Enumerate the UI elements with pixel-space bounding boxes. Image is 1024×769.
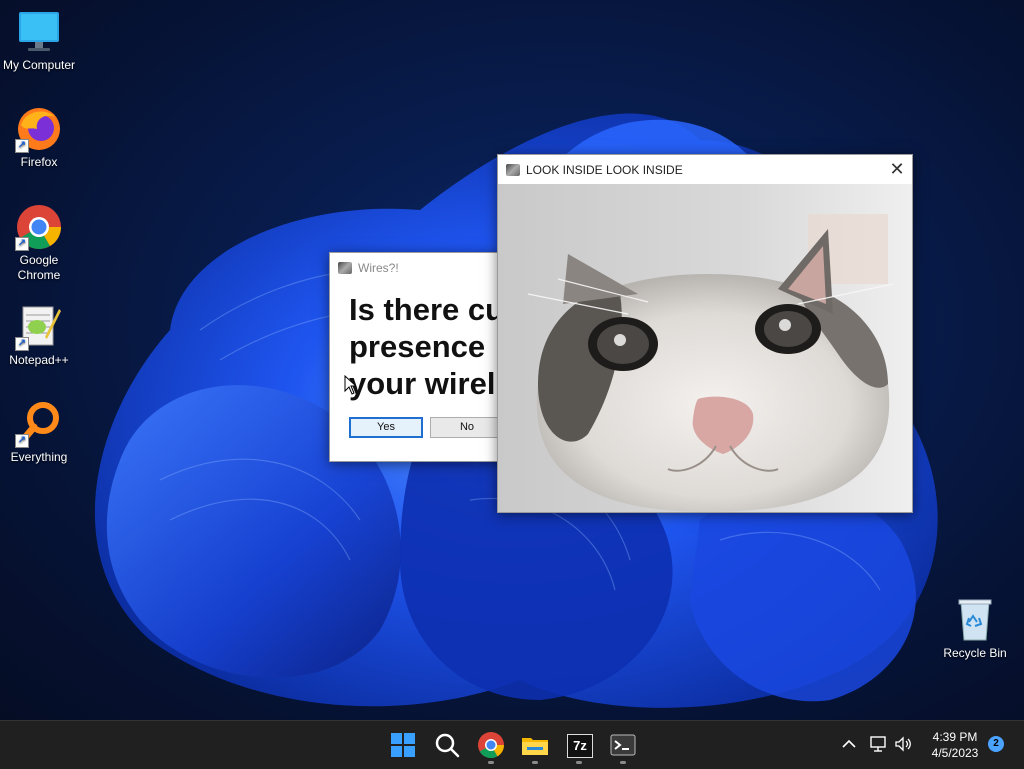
taskbar-file-explorer[interactable] [519,729,551,764]
everything-search-icon: ↗ [15,400,63,448]
taskbar: 7z 4:39 PM 4/5/2023 2 [0,720,1024,769]
firefox-icon: ↗ [15,105,63,153]
monitor-icon [15,8,63,56]
desktop-icon-label: Google Chrome [17,253,61,282]
clock-time: 4:39 PM [932,730,978,744]
desktop-icon-label: My Computer [2,58,76,72]
no-button[interactable]: No [430,417,504,438]
desktop-icon-everything[interactable]: ↗ Everything [1,400,77,465]
desktop-icon-recycle-bin[interactable]: Recycle Bin [937,596,1013,661]
running-indicator [532,761,538,764]
shortcut-arrow-icon: ↗ [15,337,29,351]
shortcut-arrow-icon: ↗ [15,139,29,153]
notepadpp-icon: ↗ [15,303,63,351]
desktop-icon-label: Firefox [20,155,58,169]
taskbar-terminal[interactable] [607,729,639,764]
file-explorer-icon [522,738,548,755]
yes-button[interactable]: Yes [349,417,423,438]
recycle-bin-icon [951,596,999,644]
cat-photo [498,184,912,512]
7zip-text: 7z [573,738,587,753]
catwin-title: LOOK INSIDE LOOK INSIDE [526,162,683,177]
desktop-icon-label: Recycle Bin [943,646,1007,660]
mouse-cursor-icon [344,375,356,395]
network-button[interactable] [869,734,889,754]
desktop-icon-firefox[interactable]: ↗ Firefox [1,105,77,170]
volume-button[interactable] [893,734,913,754]
running-indicator [488,761,494,764]
cat-app-icon [338,261,352,274]
start-button[interactable] [387,729,419,761]
desktop-icon-notepadpp[interactable]: ↗ Notepad++ [1,303,77,368]
windows-start-icon [391,733,415,757]
desktop-icon-label: Everything [10,450,68,464]
chevron-up-icon [842,739,856,748]
volume-icon [895,736,911,752]
terminal-icon [610,734,636,756]
desktop: My Computer ↗ Firefox ↗ Google Chrome ↗ … [0,0,1024,720]
show-hidden-icons-button[interactable] [839,734,859,754]
clock[interactable]: 4:39 PM 4/5/2023 [922,729,988,761]
desktop-icon-label: Notepad++ [9,353,69,367]
taskbar-7zip[interactable]: 7z [563,729,595,764]
7zip-icon: 7z [567,734,593,758]
network-icon [870,736,886,752]
search-icon [435,733,460,758]
clock-date: 4/5/2023 [931,746,979,760]
search-button[interactable] [431,729,463,761]
chrome-icon: ↗ [15,203,63,251]
shortcut-arrow-icon: ↗ [15,237,29,251]
desktop-icon-my-computer[interactable]: My Computer [1,8,77,73]
close-icon[interactable]: ✕ [882,155,912,184]
dialog-title: Wires?! [358,260,399,275]
catwin-titlebar[interactable]: LOOK INSIDE LOOK INSIDE ✕ [498,155,912,184]
running-indicator [576,761,582,764]
notification-badge[interactable]: 2 [988,736,1004,752]
desktop-icon-google-chrome[interactable]: ↗ Google Chrome [1,203,77,283]
shortcut-arrow-icon: ↗ [15,434,29,448]
cat-app-icon [506,163,520,176]
chrome-icon [478,732,505,759]
taskbar-chrome[interactable] [475,729,507,764]
running-indicator [620,761,626,764]
look-inside-window: LOOK INSIDE LOOK INSIDE ✕ [497,154,913,513]
